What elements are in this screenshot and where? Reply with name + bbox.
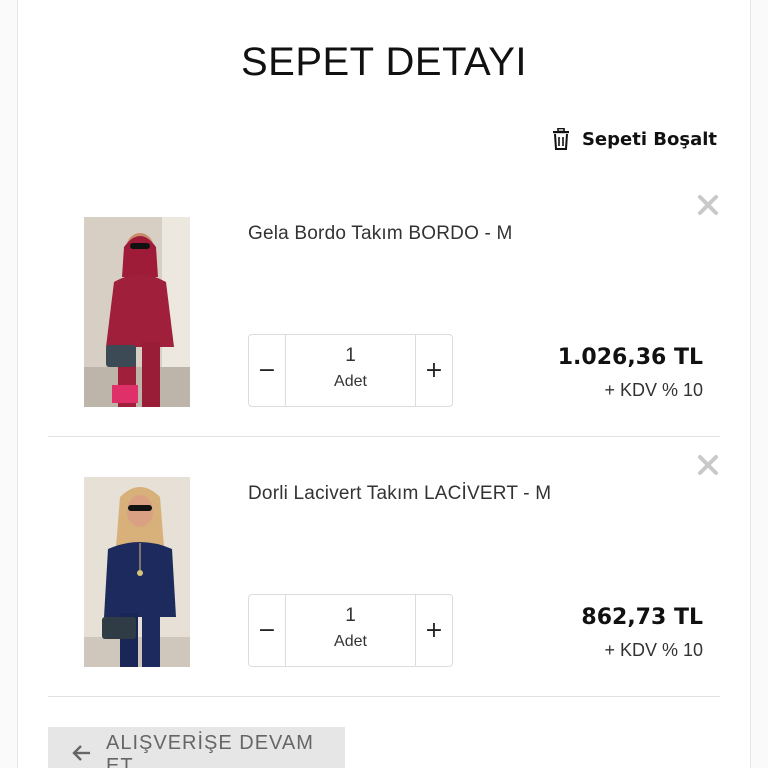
quantity-value: 1 xyxy=(345,605,356,626)
arrow-left-icon xyxy=(72,745,92,765)
quantity-stepper: − 1 Adet + xyxy=(248,594,453,667)
continue-shopping-label: ALIŞVERİŞE DEVAM ET xyxy=(106,732,314,768)
decrement-button[interactable]: − xyxy=(249,595,286,666)
item-tax: + KDV % 10 xyxy=(604,640,703,660)
quantity-stepper: − 1 Adet + xyxy=(248,334,453,407)
cart-item: Dorli Lacivert Takım LACİVERT - M − 1 Ad… xyxy=(48,437,720,697)
item-price: 862,73 TL xyxy=(581,605,703,630)
product-image[interactable] xyxy=(84,477,190,667)
increment-button[interactable]: + xyxy=(415,595,452,666)
quantity-display[interactable]: 1 Adet xyxy=(286,335,415,406)
product-name[interactable]: Dorli Lacivert Takım LACİVERT - M xyxy=(248,483,551,505)
item-tax: + KDV % 10 xyxy=(604,380,703,400)
increment-button[interactable]: + xyxy=(415,335,452,406)
remove-item-icon[interactable] xyxy=(696,193,720,217)
continue-shopping-button[interactable]: ALIŞVERİŞE DEVAM ET xyxy=(48,727,345,768)
product-name[interactable]: Gela Bordo Takım BORDO - M xyxy=(248,223,513,245)
product-image[interactable] xyxy=(84,217,190,407)
decrement-button[interactable]: − xyxy=(249,335,286,406)
clear-cart-button[interactable]: Sepeti Boşalt xyxy=(552,128,717,150)
quantity-unit: Adet xyxy=(334,633,367,650)
quantity-value: 1 xyxy=(345,345,356,366)
trash-icon xyxy=(552,128,570,150)
page-title: SEPET DETAYI xyxy=(240,40,528,84)
item-price: 1.026,36 TL xyxy=(557,345,703,370)
cart-item: Gela Bordo Takım BORDO - M − 1 Adet + 1.… xyxy=(48,177,720,437)
remove-item-icon[interactable] xyxy=(696,453,720,477)
clear-cart-label: Sepeti Boşalt xyxy=(581,128,717,150)
cart-panel: SEPET DETAYI Sepeti Boşalt Gela Bordo Ta… xyxy=(17,0,751,768)
quantity-display[interactable]: 1 Adet xyxy=(286,595,415,666)
quantity-unit: Adet xyxy=(334,373,367,390)
